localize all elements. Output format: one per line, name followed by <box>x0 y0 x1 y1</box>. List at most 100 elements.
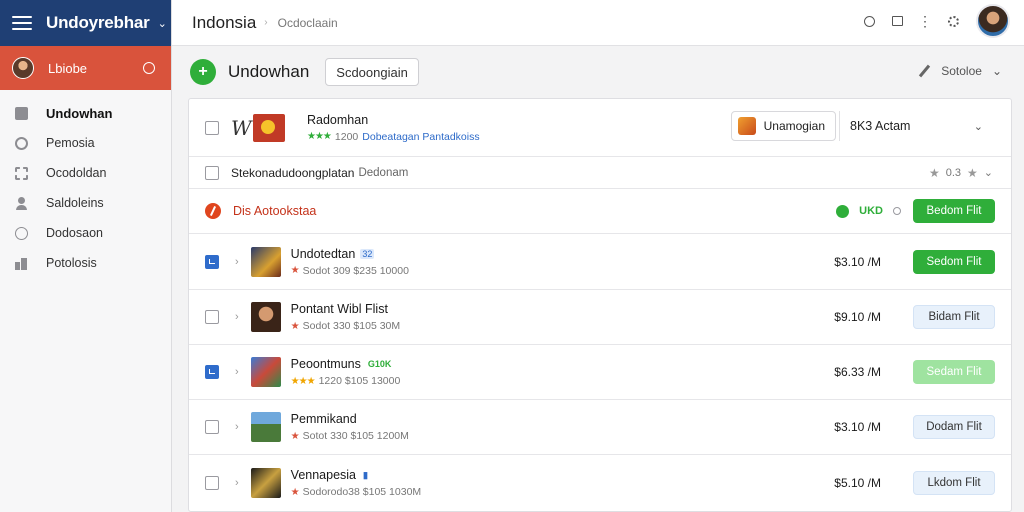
window-button[interactable] <box>888 12 906 30</box>
sidebar-item-undowhan[interactable]: Undowhan <box>0 98 171 128</box>
category-button-label: Unamogian <box>763 119 825 133</box>
app-title[interactable]: Undoyrebhar <box>46 13 150 33</box>
sidebar-item-label: Dodosaon <box>46 226 103 240</box>
user-name: Lbiobe <box>48 60 88 76</box>
sidebar-item-pemosia[interactable]: Pemosia <box>0 128 171 158</box>
item-action-button[interactable]: Sedom Flit <box>913 249 995 274</box>
sidebar-user[interactable]: Lbiobe <box>0 46 171 90</box>
item-action-button[interactable]: Sedam Flit <box>913 360 995 384</box>
item-count: 1200 <box>334 130 359 143</box>
sidebar-item-ocodoldan[interactable]: Ocodoldan <box>0 158 171 188</box>
item-thumbnail <box>250 468 281 498</box>
status-indicator: UKD <box>836 204 901 218</box>
search-field[interactable]: Scdoongiain <box>325 58 419 86</box>
chevron-down-icon[interactable]: ⌄ <box>158 17 167 30</box>
status-dot-icon <box>836 204 850 218</box>
item-name: Radomhan <box>307 112 369 127</box>
item-details: Sodot 330 $105 30M <box>302 320 401 332</box>
content-panel: W Radomhan ★★★ 1200 Dobeatagan Pantadkoi… <box>188 98 1012 512</box>
avatar[interactable] <box>976 4 1010 38</box>
alert-action-button[interactable]: Bedom Flit <box>913 199 995 223</box>
bars-icon <box>15 257 28 270</box>
chevron-down-icon: ⌄ <box>983 167 993 179</box>
edit-menu-label: Sotoloe <box>941 64 982 78</box>
rating-value: 0.3 <box>945 166 962 179</box>
sidebar-item-dodosaon[interactable]: Dodosaon <box>0 218 171 248</box>
item-name: Pontant Wibl Flist <box>290 302 388 316</box>
clock-icon <box>15 226 28 240</box>
chevron-right-icon[interactable]: › <box>235 256 239 268</box>
item-tag: 32 <box>360 248 375 259</box>
item-action-button[interactable]: Lkdom Flit <box>913 471 995 495</box>
breadcrumb[interactable]: Ocdoclaain <box>278 16 338 30</box>
item-action-button[interactable]: Bidam Flit <box>913 305 995 329</box>
row-checkbox[interactable] <box>205 310 219 324</box>
topbar-actions: ⋮ <box>860 4 1010 38</box>
select-all-checkbox[interactable] <box>205 165 219 180</box>
star-icon: ★ <box>928 165 940 180</box>
table-row[interactable]: › Undotedtan 32 ★ Sodot 309 $235 10000 $3.… <box>189 234 1011 290</box>
item-subtext: ★ Sodot 309 $235 10000 <box>291 265 409 277</box>
table-row[interactable]: › Peoontmuns G10K ★★★ 1220 $105 13000 $6.3… <box>189 345 1011 400</box>
item-action-button[interactable]: Dodam Flit <box>913 415 995 439</box>
item-name: Peoontmuns G10K <box>290 357 392 371</box>
header-row: W Radomhan ★★★ 1200 Dobeatagan Pantadkoi… <box>189 99 1011 157</box>
alert-row: Dis Aotookstaa UKD Bedom Flit <box>189 189 1011 234</box>
chevron-down-icon: ⌄ <box>991 64 1002 78</box>
circle-icon <box>863 15 875 27</box>
row-checkbox[interactable] <box>205 476 219 490</box>
add-button[interactable]: + <box>190 59 216 85</box>
pin-icon: ▮ <box>363 469 368 480</box>
item-meta: Undotedtan 32 ★ Sodot 309 $235 10000 <box>291 247 409 277</box>
alert-icon <box>205 203 221 219</box>
item-tag: G10K <box>367 359 392 369</box>
item-name: Undotedtan 32 <box>290 246 375 261</box>
row-checkbox[interactable] <box>205 365 219 379</box>
sidebar-item-potolosis[interactable]: Potolosis <box>0 248 171 278</box>
row-checkbox[interactable] <box>205 420 219 434</box>
sidebar-header: Undoyrebhar ⌄ <box>0 0 171 46</box>
table-row[interactable]: › Pontant Wibl Flist ★ Sodot 330 $105 30M… <box>189 290 1011 345</box>
item-thumbnail <box>250 302 281 332</box>
sidebar-item-saldoleins[interactable]: Saldoleins <box>0 188 171 218</box>
chevron-right-icon[interactable]: › <box>235 421 239 433</box>
action-select[interactable]: 8K3 Actam ⌄ <box>839 111 995 141</box>
more-button[interactable]: ⋮ <box>916 12 934 30</box>
edit-menu[interactable]: Sotoloe ⌄ <box>917 64 1002 78</box>
category-button[interactable]: Unamogian <box>730 111 836 141</box>
sidebar-item-label: Pemosia <box>46 136 95 150</box>
item-link[interactable]: Dobeatagan Pantadkoiss <box>362 131 479 143</box>
sidebar-item-label: Ocodoldan <box>46 166 107 180</box>
star-icon: ★ <box>290 320 300 332</box>
page-header: + Undowhan Scdoongiain Sotoloe ⌄ <box>172 47 1024 97</box>
settings-button[interactable] <box>944 12 962 30</box>
status-button[interactable] <box>860 12 878 30</box>
gear-icon <box>15 136 28 150</box>
gear-icon <box>947 15 959 27</box>
sidebar-item-label: Saldoleins <box>46 196 104 210</box>
item-price: $3.10 /M <box>834 254 881 269</box>
settings-icon[interactable] <box>143 62 155 74</box>
star-icon: ★★★ <box>307 131 332 142</box>
chevron-right-icon[interactable]: › <box>235 366 239 378</box>
menu-icon[interactable] <box>12 16 32 30</box>
alert-text: Dis Aotookstaa <box>233 204 317 218</box>
row-checkbox[interactable] <box>205 120 219 135</box>
item-meta: Vennapesia ▮ ★ Sodorodo38 $105 1030M <box>291 468 421 498</box>
radio-icon[interactable] <box>893 207 901 215</box>
table-row[interactable]: › Pemmikand ★ Sotot 330 $105 1200M $3.10 … <box>189 400 1011 455</box>
topbar: Indonsia › Ocdoclaain ⋮ <box>172 0 1024 46</box>
table-row[interactable]: › Vennapesia ▮ ★ Sodorodo38 $105 1030M $5.… <box>189 455 1011 511</box>
item-thumbnail <box>250 357 281 387</box>
plus-icon: + <box>198 63 208 80</box>
row-checkbox[interactable] <box>205 254 219 269</box>
rating-filter[interactable]: ★ 0.3 ★ ⌄ <box>929 166 993 180</box>
chevron-right-icon[interactable]: › <box>235 311 239 323</box>
filter-label: Stekonadudoongplatan <box>231 165 355 180</box>
filter-row: Stekonadudoongplatan Dedonam ★ 0.3 ★ ⌄ <box>189 157 1011 189</box>
item-price: $3.10 /M <box>834 420 881 434</box>
avatar <box>12 57 34 79</box>
chevron-right-icon[interactable]: › <box>235 477 239 489</box>
item-price: $5.10 /M <box>834 476 881 490</box>
item-subtext: ★★★ 1200 Dobeatagan Pantadkoiss <box>307 131 480 143</box>
